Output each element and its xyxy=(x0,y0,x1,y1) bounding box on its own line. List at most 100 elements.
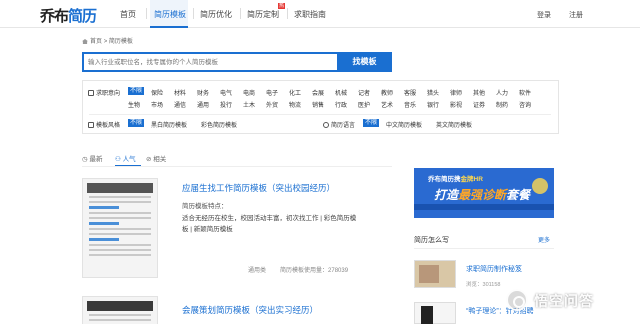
filter-divider xyxy=(89,114,551,115)
thumb-line xyxy=(89,196,151,198)
article-link[interactable]: 求职简历制作秘笈 xyxy=(466,264,522,274)
nav-divider xyxy=(287,8,288,19)
filter-job-item[interactable]: 软件 xyxy=(519,88,531,97)
nav-resume-templates[interactable]: 简历模板 xyxy=(154,9,186,20)
filter-job-item[interactable]: 其他 xyxy=(473,88,485,97)
filter-job-item[interactable]: 影视 xyxy=(450,100,462,109)
sort-tab-latest[interactable]: ◷ 最新 xyxy=(82,153,102,163)
filter-job-item[interactable]: 销售 xyxy=(312,100,324,109)
style-label: 模板风格 xyxy=(88,120,120,129)
filter-job-item[interactable]: 记者 xyxy=(358,88,370,97)
filter-job-item[interactable]: 会展 xyxy=(312,88,324,97)
nav-resume-optimize[interactable]: 简历优化 xyxy=(200,9,232,20)
filter-job-item[interactable]: 投行 xyxy=(220,100,232,109)
logo-text-accent: 简历 xyxy=(68,7,97,25)
sort-tab-related[interactable]: ⊘ 相关 xyxy=(146,153,166,163)
more-link[interactable]: 更多 xyxy=(538,235,550,244)
resume-thumbnail[interactable] xyxy=(82,178,158,278)
lang-option-cn[interactable]: 中文简历模板 xyxy=(386,120,422,129)
thumb-line xyxy=(89,254,151,256)
banner-title: 打造最强诊断套餐 xyxy=(434,186,530,203)
banner-title-c: 套餐 xyxy=(506,188,531,202)
listing-features-label: 简历模板特点： xyxy=(182,203,228,210)
style-label-text: 模板风格 xyxy=(96,123,121,129)
style-unlimited-tag[interactable]: 不限 xyxy=(128,119,145,127)
article-views: 浏览：301158 xyxy=(466,280,500,288)
filter-job-item[interactable]: 电气 xyxy=(220,88,232,97)
filter-job-item[interactable]: 猎头 xyxy=(427,88,439,97)
chat-icon xyxy=(323,122,329,128)
filter-job-item[interactable]: 电子 xyxy=(266,88,278,97)
filter-job-item[interactable]: 电商 xyxy=(243,88,255,97)
home-icon xyxy=(82,39,88,44)
filter-job-item[interactable]: 人力 xyxy=(496,88,508,97)
sort-latest-label: 最新 xyxy=(89,156,103,163)
sort-tab-popular[interactable]: ⚇ 人气 xyxy=(115,153,136,163)
site-logo[interactable]: 乔布简历 xyxy=(40,5,97,26)
thumb-line xyxy=(89,217,151,219)
filter-job-item[interactable]: 土木 xyxy=(243,100,255,109)
filter-job-item[interactable]: 咨询 xyxy=(519,100,531,109)
login-link[interactable]: 登录 xyxy=(537,10,551,20)
register-link[interactable]: 注册 xyxy=(569,10,583,20)
filter-job-item[interactable]: 银行 xyxy=(427,100,439,109)
filter-job-item[interactable]: 材料 xyxy=(174,88,186,97)
thumb-accent-line xyxy=(89,206,119,209)
resume-thumbnail[interactable] xyxy=(82,296,158,324)
filter-job-item[interactable]: 行政 xyxy=(335,100,347,109)
sort-popular-label: 人气 xyxy=(122,156,136,163)
filter-job-item[interactable]: 外贸 xyxy=(266,100,278,109)
article-thumbnail[interactable] xyxy=(414,302,456,324)
listing-description: 适合无经历在校生，校园活动丰富，初次找工作 | 彩色简历模板 | 新颖简历模板 xyxy=(182,215,357,233)
breadcrumb-home[interactable]: 首页 xyxy=(90,39,102,45)
top-nav: 乔布简历 首页 简历模板 简历优化 简历定制 热 求职指南 登录 注册 xyxy=(0,0,640,28)
people-icon: ⚇ xyxy=(115,156,123,163)
filter-job-item[interactable]: 生物 xyxy=(128,100,140,109)
thumb-line xyxy=(89,201,151,203)
listing-title[interactable]: 应届生找工作简历模板（突出校园经历） xyxy=(182,182,335,194)
filter-job-item[interactable]: 教师 xyxy=(381,88,393,97)
filter-job-item[interactable]: 保险 xyxy=(151,88,163,97)
article-thumbnail[interactable] xyxy=(414,260,456,288)
thumb-line xyxy=(89,228,151,230)
banner-headline: 乔布简历携金牌HR xyxy=(428,173,483,183)
nav-home[interactable]: 首页 xyxy=(120,9,136,20)
nav-resume-custom[interactable]: 简历定制 xyxy=(247,9,279,20)
filter-job-item[interactable]: 通信 xyxy=(174,100,186,109)
sort-related-label: 相关 xyxy=(153,156,167,163)
filter-job-item[interactable]: 律师 xyxy=(450,88,462,97)
filter-job-item[interactable]: 机械 xyxy=(335,88,347,97)
filter-job-item[interactable]: 艺术 xyxy=(381,100,393,109)
sidebar-section-title: 简历怎么写 xyxy=(414,237,449,244)
thumb-line xyxy=(89,212,151,214)
thumb-image xyxy=(421,306,433,324)
palette-icon xyxy=(88,122,94,128)
search-input[interactable] xyxy=(82,52,337,72)
nav-job-guide[interactable]: 求职指南 xyxy=(294,9,326,20)
search-button[interactable]: 找模板 xyxy=(337,52,392,72)
lang-label: 简历语言 xyxy=(323,120,355,129)
filter-job-item[interactable]: 化工 xyxy=(289,88,301,97)
filter-job-item[interactable]: 客服 xyxy=(404,88,416,97)
listing-title[interactable]: 会展策划简历模板（突出实习经历） xyxy=(182,304,318,316)
filter-job-item[interactable]: 市场 xyxy=(151,100,163,109)
promo-banner[interactable]: 乔布简历携金牌HR 打造最强诊断套餐 xyxy=(414,168,554,218)
filter-job-item[interactable]: 制药 xyxy=(496,100,508,109)
style-option-bw[interactable]: 黑白简历模板 xyxy=(151,120,187,129)
filter-job-item[interactable]: 医护 xyxy=(358,100,370,109)
filter-job-item[interactable]: 音乐 xyxy=(404,100,416,109)
banner-decoration xyxy=(532,178,548,194)
lang-option-en[interactable]: 英文简历模板 xyxy=(436,120,472,129)
lang-unlimited-tag[interactable]: 不限 xyxy=(363,119,380,127)
style-option-color[interactable]: 彩色简历模板 xyxy=(201,120,237,129)
job-intent-text: 求职意向 xyxy=(96,91,121,97)
filter-job-item[interactable]: 通用 xyxy=(197,100,209,109)
breadcrumb-separator: > xyxy=(103,39,108,45)
filter-job-item[interactable]: 证券 xyxy=(473,100,485,109)
thumb-line xyxy=(89,244,151,246)
filter-job-item[interactable]: 财务 xyxy=(197,88,209,97)
thumb-line xyxy=(89,233,151,235)
filter-job-item[interactable]: 物流 xyxy=(289,100,301,109)
thumb-accent-line xyxy=(89,238,119,241)
job-unlimited-tag[interactable]: 不限 xyxy=(128,87,145,95)
